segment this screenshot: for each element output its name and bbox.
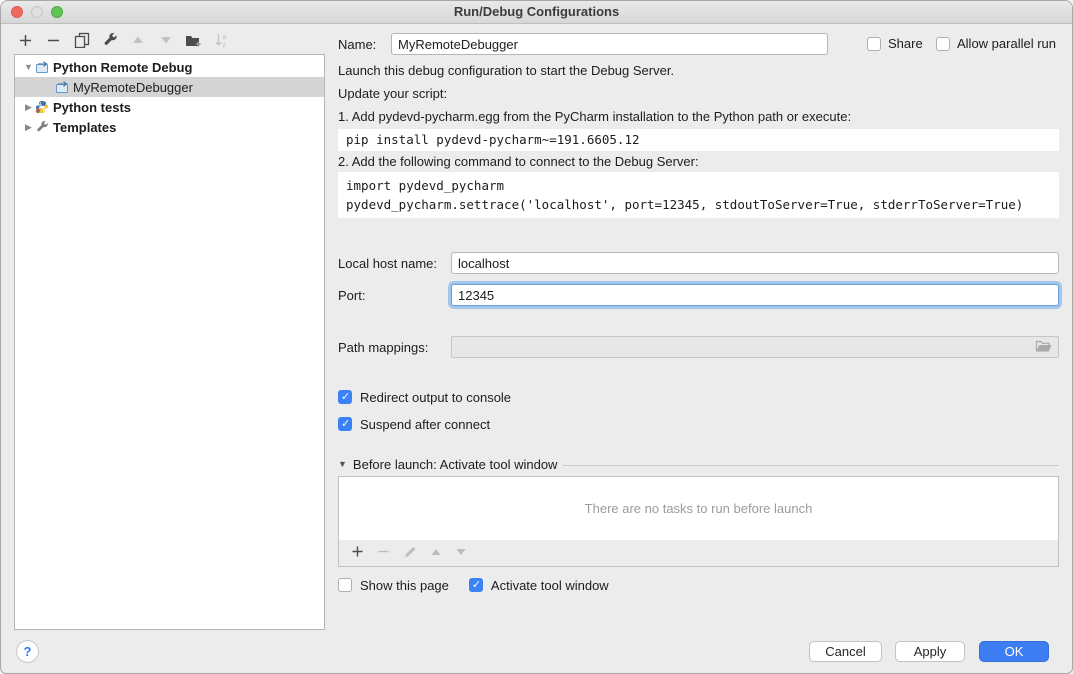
minimize-window-icon[interactable] [31, 6, 43, 18]
port-label: Port: [338, 288, 451, 303]
svg-text:z: z [222, 42, 226, 48]
close-window-icon[interactable] [11, 6, 23, 18]
edit-templates-icon[interactable] [101, 32, 118, 49]
redirect-output-option[interactable]: Redirect output to console [338, 389, 511, 405]
add-task-icon[interactable] [351, 545, 364, 561]
local-host-label: Local host name: [338, 256, 451, 271]
tree-item-label: MyRemoteDebugger [73, 80, 199, 95]
chevron-expanded-icon[interactable]: ▼ [22, 62, 35, 72]
port-input[interactable] [451, 284, 1059, 306]
add-configuration-icon[interactable] [17, 32, 34, 49]
help-button[interactable]: ? [16, 640, 39, 663]
code-line-2: pydevd_pycharm.settrace('localhost', por… [346, 197, 1023, 212]
run-config-icon [55, 80, 69, 94]
redirect-output-checkbox[interactable] [338, 390, 352, 404]
window-title: Run/Debug Configurations [1, 1, 1072, 23]
chevron-collapsed-icon[interactable]: ▶ [22, 122, 35, 133]
chevron-collapsed-icon[interactable]: ▶ [22, 102, 35, 113]
share-label: Share [888, 36, 923, 51]
section-divider [563, 465, 1059, 466]
allow-parallel-checkbox[interactable] [936, 37, 950, 51]
local-host-row: Local host name: [338, 252, 1059, 274]
share-checkbox[interactable] [867, 37, 881, 51]
before-launch-task-list[interactable]: There are no tasks to run before launch [338, 476, 1059, 541]
move-task-down-icon[interactable] [455, 546, 467, 561]
name-row: Name: Share Allow parallel run [338, 33, 1059, 55]
collapse-section-icon[interactable]: ▼ [338, 459, 347, 469]
titlebar: Run/Debug Configurations [1, 1, 1072, 24]
name-input[interactable] [391, 33, 828, 55]
browse-folder-icon[interactable] [1035, 339, 1053, 356]
before-launch-title: Before launch: Activate tool window [353, 457, 558, 472]
tree-item-label: Templates [53, 120, 122, 135]
page-options-row: Show this page Activate tool window [338, 576, 609, 594]
port-row: Port: [338, 284, 1059, 306]
zoom-window-icon[interactable] [51, 6, 63, 18]
cancel-button[interactable]: Cancel [809, 641, 882, 662]
settrace-code: import pydevd_pycharm pydevd_pycharm.set… [338, 172, 1059, 218]
move-down-icon[interactable] [157, 32, 174, 49]
instruction-step2: 2. Add the following command to connect … [338, 154, 699, 170]
wrench-icon [35, 120, 49, 134]
before-launch-toolbar [338, 540, 1059, 567]
activate-tool-window-label[interactable]: Activate tool window [491, 578, 609, 593]
empty-tasks-message: There are no tasks to run before launch [585, 501, 813, 516]
apply-button[interactable]: Apply [895, 641, 965, 662]
share-option[interactable]: Share [867, 36, 923, 51]
local-host-input[interactable] [451, 252, 1059, 274]
tree-item-python-tests[interactable]: ▶ Python tests [15, 97, 324, 117]
redirect-output-label: Redirect output to console [360, 390, 511, 405]
svg-text:a: a [222, 34, 226, 41]
path-mappings-row: Path mappings: [338, 336, 1059, 358]
name-label: Name: [338, 37, 391, 52]
ok-button[interactable]: OK [979, 641, 1049, 662]
python-tests-icon [35, 100, 49, 114]
configurations-toolbar: az [17, 29, 230, 51]
sort-alphabetically-icon[interactable]: az [213, 32, 230, 49]
tree-item-label: Python Remote Debug [53, 60, 198, 75]
instruction-update: Update your script: [338, 86, 447, 102]
tree-item-myremotedebugger[interactable]: MyRemoteDebugger [15, 77, 324, 97]
copy-configuration-icon[interactable] [73, 32, 90, 49]
instruction-step1: 1. Add pydevd-pycharm.egg from the PyCha… [338, 109, 851, 125]
configuration-form: Name: Share Allow parallel run Launch th… [338, 23, 1059, 653]
run-debug-configurations-dialog: Run/Debug Configurations az ▼ [0, 0, 1073, 674]
run-config-icon [35, 60, 49, 74]
new-folder-icon[interactable] [185, 32, 202, 49]
show-this-page-checkbox[interactable] [338, 578, 352, 592]
tree-item-label: Python tests [53, 100, 137, 115]
instruction-launch: Launch this debug configuration to start… [338, 63, 674, 79]
tree-item-templates[interactable]: ▶ Templates [15, 117, 324, 137]
show-this-page-label[interactable]: Show this page [360, 578, 449, 593]
remove-task-icon[interactable] [377, 545, 390, 561]
path-mappings-label: Path mappings: [338, 340, 451, 355]
suspend-after-connect-option[interactable]: Suspend after connect [338, 416, 490, 432]
move-up-icon[interactable] [129, 32, 146, 49]
suspend-after-connect-checkbox[interactable] [338, 417, 352, 431]
edit-task-icon[interactable] [403, 545, 417, 562]
pip-command-code: pip install pydevd-pycharm~=191.6605.12 [338, 129, 1059, 151]
before-launch-section-header: ▼ Before launch: Activate tool window [338, 456, 1059, 472]
allow-parallel-option[interactable]: Allow parallel run [936, 36, 1056, 51]
suspend-after-connect-label: Suspend after connect [360, 417, 490, 432]
allow-parallel-label: Allow parallel run [957, 36, 1056, 51]
activate-tool-window-checkbox[interactable] [469, 578, 483, 592]
code-line-1: import pydevd_pycharm [346, 178, 504, 193]
configurations-tree: ▼ Python Remote Debug MyRemoteDebugger ▶ [14, 54, 325, 630]
remove-configuration-icon[interactable] [45, 32, 62, 49]
tree-item-python-remote-debug[interactable]: ▼ Python Remote Debug [15, 57, 324, 77]
move-task-up-icon[interactable] [430, 546, 442, 561]
path-mappings-field[interactable] [451, 336, 1059, 358]
